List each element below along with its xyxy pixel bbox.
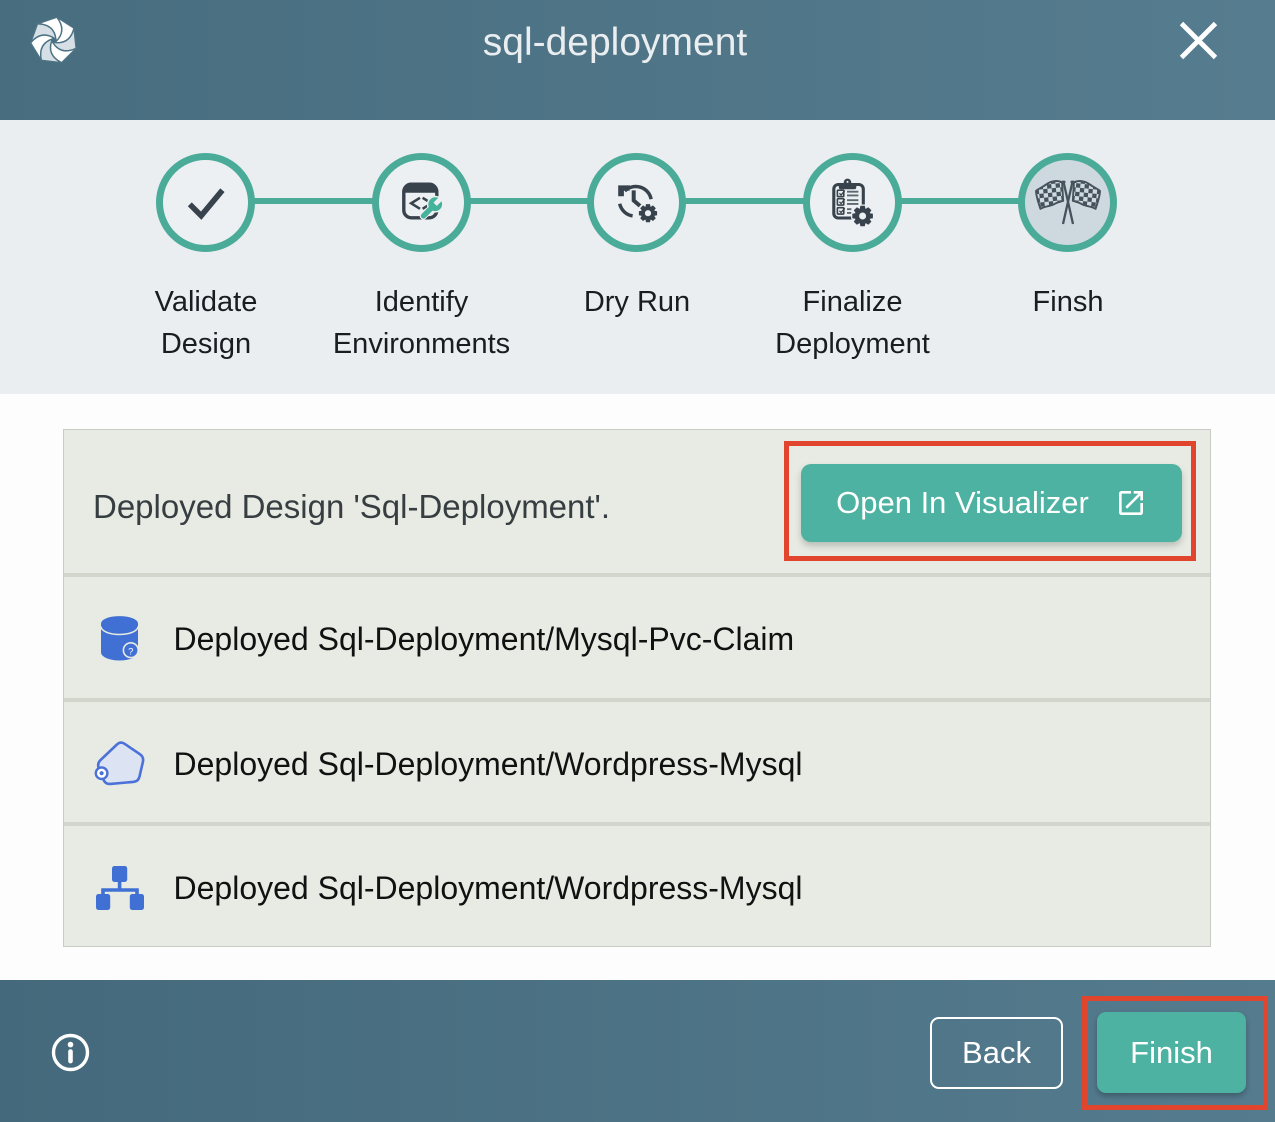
svg-text:?: ? bbox=[128, 646, 133, 657]
